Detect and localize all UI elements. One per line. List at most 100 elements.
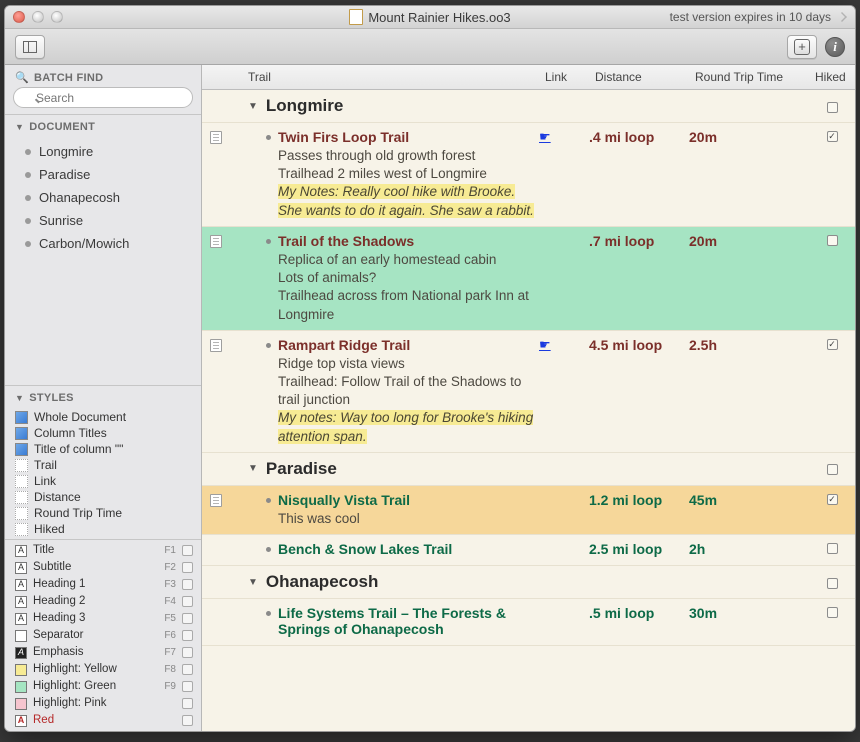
section-row[interactable]: ▼Longmire xyxy=(202,90,855,123)
style-item[interactable]: Title of column "" xyxy=(5,441,201,457)
document-section-header[interactable]: ▼ DOCUMENT xyxy=(5,115,201,136)
hiked-checkbox[interactable] xyxy=(827,102,838,113)
named-style-shortcut: F3 xyxy=(158,576,176,593)
zoom-button[interactable] xyxy=(51,11,63,23)
minimize-button[interactable] xyxy=(32,11,44,23)
style-item[interactable]: Round Trip Time xyxy=(5,505,201,521)
sidebar-doc-item[interactable]: Paradise xyxy=(5,163,201,186)
trail-row[interactable]: Trail of the ShadowsReplica of an early … xyxy=(202,227,855,331)
named-style-label: Highlight: Yellow xyxy=(33,661,152,678)
batch-find-header[interactable]: 🔍 BATCH FIND xyxy=(5,65,201,87)
hiked-checkbox[interactable]: ✓ xyxy=(827,131,838,142)
col-round-trip[interactable]: Round Trip Time xyxy=(689,70,809,84)
trail-title: Nisqually Vista Trail xyxy=(278,492,539,508)
named-style-item[interactable]: ATitleF1 xyxy=(5,542,201,559)
named-style-item[interactable]: Highlight: YellowF8 xyxy=(5,661,201,678)
add-button[interactable]: + xyxy=(787,35,817,59)
named-style-item[interactable]: ARed xyxy=(5,712,201,729)
style-label: Trail xyxy=(34,458,57,472)
named-style-checkbox[interactable] xyxy=(182,630,193,641)
style-label: Distance xyxy=(34,490,81,504)
disclosure-triangle-icon[interactable]: ▼ xyxy=(248,101,258,112)
search-input[interactable] xyxy=(13,87,193,108)
named-style-shortcut: F6 xyxy=(158,627,176,644)
named-style-checkbox[interactable] xyxy=(182,596,193,607)
note-icon[interactable] xyxy=(210,494,222,507)
col-distance[interactable]: Distance xyxy=(589,70,689,84)
named-style-item[interactable]: AHeading 1F3 xyxy=(5,576,201,593)
style-item[interactable]: Link xyxy=(5,473,201,489)
section-row[interactable]: ▼Ohanapecosh xyxy=(202,566,855,599)
sidebar-doc-item[interactable]: Longmire xyxy=(5,140,201,163)
named-style-label: Heading 3 xyxy=(33,610,152,627)
trail-row[interactable]: Bench & Snow Lakes Trail2.5 mi loop2h xyxy=(202,535,855,566)
note-icon[interactable] xyxy=(210,131,222,144)
note-icon[interactable] xyxy=(210,235,222,248)
hiked-checkbox[interactable]: ✓ xyxy=(827,494,838,505)
sidebar-doc-label: Ohanapecosh xyxy=(39,190,120,205)
hiked-checkbox[interactable] xyxy=(827,543,838,554)
app-window: Mount Rainier Hikes.oo3 test version exp… xyxy=(4,5,856,732)
close-button[interactable] xyxy=(13,11,25,23)
hiked-checkbox[interactable] xyxy=(827,235,838,246)
col-trail[interactable]: Trail xyxy=(230,70,539,84)
trail-row[interactable]: Twin Firs Loop TrailPasses through old g… xyxy=(202,123,855,227)
hiked-checkbox[interactable] xyxy=(827,464,838,475)
trail-description: Trailhead 2 miles west of Longmire xyxy=(278,165,539,183)
trail-description: Lots of animals? xyxy=(278,269,539,287)
section-title: Paradise xyxy=(266,459,337,479)
bullet-icon xyxy=(266,343,271,348)
named-style-item[interactable]: Highlight: Pink xyxy=(5,695,201,712)
hiked-checkbox[interactable] xyxy=(827,578,838,589)
named-style-item[interactable]: AHeading 3F5 xyxy=(5,610,201,627)
trail-round-trip: 30m xyxy=(689,605,809,621)
traffic-lights xyxy=(13,11,63,23)
style-item[interactable]: Column Titles xyxy=(5,425,201,441)
style-item[interactable]: Hiked xyxy=(5,521,201,537)
trail-row[interactable]: Life Systems Trail – The Forests & Sprin… xyxy=(202,599,855,646)
style-swatch-icon: A xyxy=(15,647,27,659)
named-style-checkbox[interactable] xyxy=(182,545,193,556)
styles-section-header[interactable]: ▼ STYLES xyxy=(5,386,201,407)
style-swatch-icon xyxy=(15,459,28,472)
named-style-checkbox[interactable] xyxy=(182,613,193,624)
named-style-item[interactable]: AHeading 2F4 xyxy=(5,593,201,610)
link-icon[interactable]: ☛ xyxy=(539,337,551,352)
note-icon[interactable] xyxy=(210,339,222,352)
named-style-checkbox[interactable] xyxy=(182,647,193,658)
named-style-item[interactable]: AEmphasisF7 xyxy=(5,644,201,661)
col-hiked[interactable]: Hiked xyxy=(809,70,855,84)
style-item[interactable]: Distance xyxy=(5,489,201,505)
disclosure-triangle-icon[interactable]: ▼ xyxy=(248,577,258,588)
col-link[interactable]: Link xyxy=(539,70,589,84)
toggle-sidebar-button[interactable] xyxy=(15,35,45,59)
bullet-icon xyxy=(266,239,271,244)
named-style-checkbox[interactable] xyxy=(182,681,193,692)
hiked-checkbox[interactable] xyxy=(827,607,838,618)
named-style-checkbox[interactable] xyxy=(182,562,193,573)
style-swatch-icon: A xyxy=(15,545,27,557)
trail-description: Trailhead across from National park Inn … xyxy=(278,287,539,323)
named-style-item[interactable]: Highlight: GreenF9 xyxy=(5,678,201,695)
fullscreen-icon[interactable] xyxy=(837,12,847,22)
inspector-button[interactable]: i xyxy=(825,37,845,57)
section-row[interactable]: ▼ Paradise xyxy=(202,453,855,486)
style-item[interactable]: Whole Document xyxy=(5,409,201,425)
named-style-item[interactable]: SeparatorF6 xyxy=(5,627,201,644)
named-style-checkbox[interactable] xyxy=(182,579,193,590)
style-label: Hiked xyxy=(34,522,65,536)
sidebar-doc-item[interactable]: Carbon/Mowich xyxy=(5,232,201,255)
sidebar-doc-item[interactable]: Ohanapecosh xyxy=(5,186,201,209)
outline-rows[interactable]: ▼LongmireTwin Firs Loop TrailPasses thro… xyxy=(202,90,855,731)
sidebar-doc-item[interactable]: Sunrise xyxy=(5,209,201,232)
hiked-checkbox[interactable]: ✓ xyxy=(827,339,838,350)
trail-row[interactable]: Rampart Ridge TrailRidge top vista views… xyxy=(202,331,855,453)
link-icon[interactable]: ☛ xyxy=(539,129,551,144)
named-style-checkbox[interactable] xyxy=(182,664,193,675)
style-item[interactable]: Trail xyxy=(5,457,201,473)
disclosure-triangle-icon[interactable]: ▼ xyxy=(248,463,258,474)
named-style-item[interactable]: ASubtitleF2 xyxy=(5,559,201,576)
named-style-checkbox[interactable] xyxy=(182,715,193,726)
trail-row[interactable]: Nisqually Vista TrailThis was cool1.2 mi… xyxy=(202,486,855,535)
named-style-checkbox[interactable] xyxy=(182,698,193,709)
